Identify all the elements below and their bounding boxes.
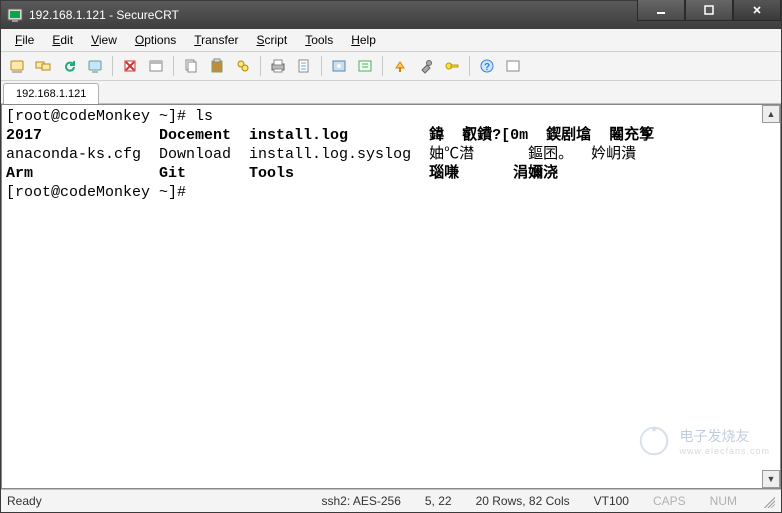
toolbar-disconnect-icon[interactable]: [83, 54, 107, 78]
toolbar-options-icon[interactable]: [327, 54, 351, 78]
terminal-line: anaconda-ks.cfg Download install.log.sys…: [6, 145, 776, 164]
terminal-line: 2017 Docement install.log 鍏 叡鐨?[0m 鍥剧墖 闂…: [6, 126, 776, 145]
toolbar-print-icon[interactable]: [266, 54, 290, 78]
status-ready: Ready: [7, 494, 42, 508]
status-num: NUM: [710, 494, 737, 508]
toolbar-connect-icon[interactable]: [31, 54, 55, 78]
svg-text:?: ?: [484, 62, 490, 73]
maximize-button[interactable]: [685, 0, 733, 21]
close-button[interactable]: [733, 0, 781, 21]
terminal-pane: [root@codeMonkey ~]# ls2017 Docement ins…: [1, 104, 781, 489]
toolbar-session-options-icon[interactable]: [353, 54, 377, 78]
titlebar[interactable]: 192.168.1.121 - SecureCRT: [1, 1, 781, 29]
menu-options[interactable]: Options: [127, 31, 184, 49]
session-tabstrip: 192.168.1.121: [1, 81, 781, 104]
status-caps: CAPS: [653, 494, 686, 508]
statusbar: Ready ssh2: AES-256 5, 22 20 Rows, 82 Co…: [1, 489, 781, 512]
menubar: File Edit View Options Transfer Script T…: [1, 29, 781, 52]
terminal-line: [root@codeMonkey ~]# ls: [6, 107, 776, 126]
toolbar-new-session-icon[interactable]: [118, 54, 142, 78]
terminal-line: Arm Git Tools 瑙嗛 涓嬭浇: [6, 164, 776, 183]
toolbar-quick-connect-icon[interactable]: [5, 54, 29, 78]
toolbar-key-icon[interactable]: [440, 54, 464, 78]
status-cursor: 5, 22: [425, 494, 452, 508]
scroll-down-button[interactable]: ▼: [762, 470, 780, 488]
app-icon: [7, 7, 23, 23]
toolbar-copy-icon[interactable]: [179, 54, 203, 78]
scroll-up-button[interactable]: ▲: [762, 105, 780, 123]
menu-view[interactable]: View: [83, 31, 125, 49]
menu-edit[interactable]: Edit: [44, 31, 81, 49]
session-tab-current[interactable]: 192.168.1.121: [3, 83, 99, 104]
toolbar: ?: [1, 52, 781, 81]
session-tab-label: 192.168.1.121: [16, 88, 86, 100]
status-size: 20 Rows, 82 Cols: [476, 494, 570, 508]
toolbar-find-icon[interactable]: [231, 54, 255, 78]
terminal-output[interactable]: [root@codeMonkey ~]# ls2017 Docement ins…: [2, 105, 780, 488]
menu-transfer[interactable]: Transfer: [186, 31, 246, 49]
toolbar-help-icon[interactable]: ?: [475, 54, 499, 78]
minimize-button[interactable]: [637, 0, 685, 21]
toolbar-reconnect-icon[interactable]: [57, 54, 81, 78]
status-cipher: ssh2: AES-256: [321, 494, 400, 508]
menu-script[interactable]: Script: [249, 31, 296, 49]
status-term: VT100: [594, 494, 629, 508]
toolbar-paste-icon[interactable]: [205, 54, 229, 78]
terminal-line: [root@codeMonkey ~]#: [6, 183, 776, 202]
toolbar-about-icon[interactable]: [501, 54, 525, 78]
app-window: 192.168.1.121 - SecureCRT File Edit View…: [0, 0, 782, 513]
menu-help[interactable]: Help: [343, 31, 384, 49]
resize-grip-icon[interactable]: [761, 494, 775, 508]
menu-file[interactable]: File: [7, 31, 42, 49]
toolbar-session-manager-icon[interactable]: [144, 54, 168, 78]
toolbar-tools-icon[interactable]: [414, 54, 438, 78]
toolbar-log-icon[interactable]: [292, 54, 316, 78]
menu-tools[interactable]: Tools: [297, 31, 341, 49]
toolbar-transfer-icon[interactable]: [388, 54, 412, 78]
window-title: 192.168.1.121 - SecureCRT: [29, 8, 637, 22]
